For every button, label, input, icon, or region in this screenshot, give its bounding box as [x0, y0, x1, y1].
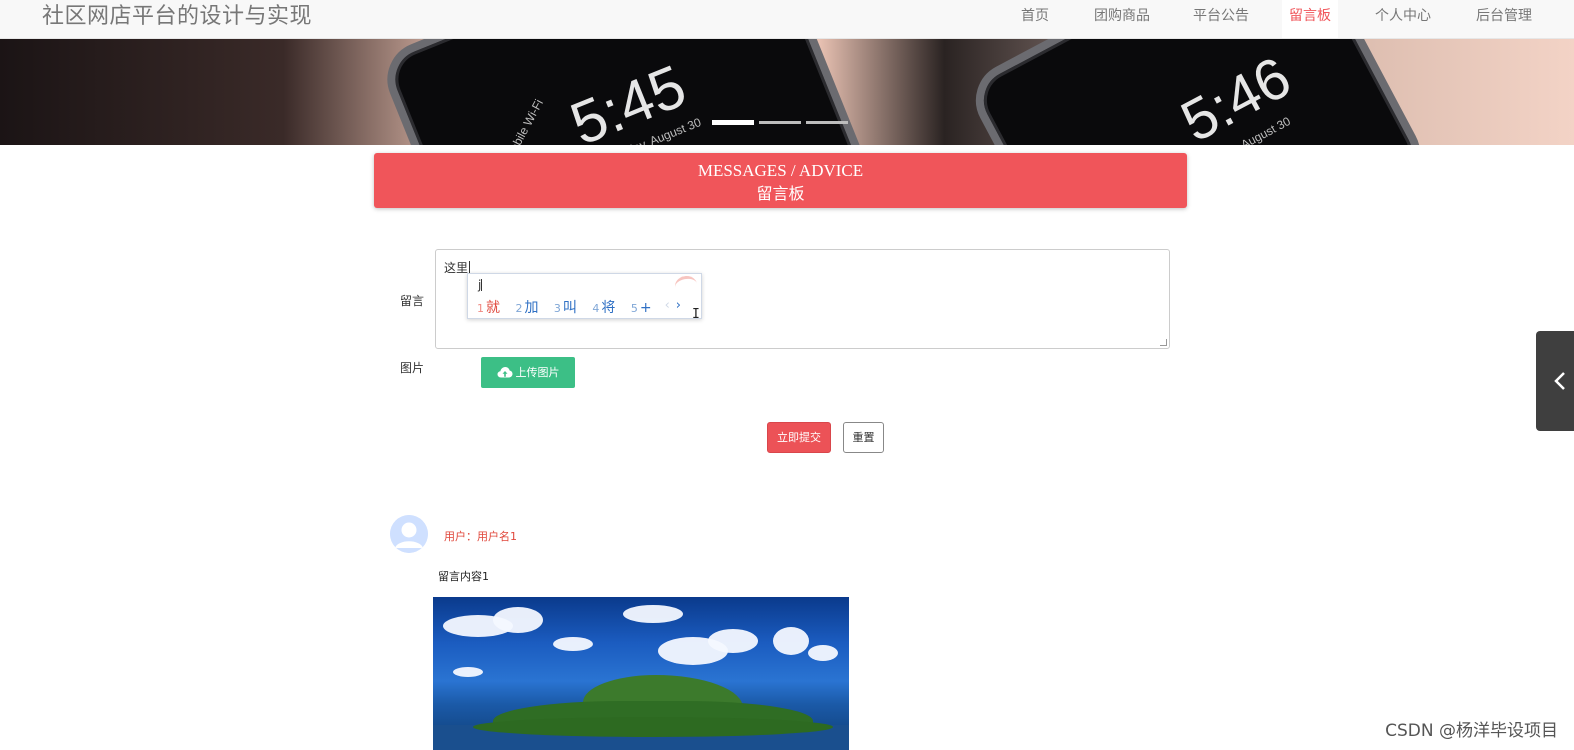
- nav-item-personal-center[interactable]: 个人中心: [1370, 0, 1436, 38]
- ime-candidate-list: 1就 2加 3叫 4将 5 +: [477, 297, 663, 317]
- carousel-indicators: [712, 120, 852, 127]
- nav-item-admin[interactable]: 后台管理: [1471, 0, 1537, 38]
- textarea-resize-handle[interactable]: [1160, 339, 1167, 346]
- nav-item-announcements[interactable]: 平台公告: [1188, 0, 1254, 38]
- ime-prev-page-icon[interactable]: ‹: [665, 298, 670, 313]
- nav-item-group-buy[interactable]: 团购商品: [1089, 0, 1155, 38]
- ime-candidate-3[interactable]: 3叫: [554, 297, 577, 317]
- site-brand[interactable]: 社区网店平台的设计与实现: [42, 2, 312, 32]
- text-cursor-icon: I: [692, 307, 700, 322]
- ime-candidate-window: j 1就 2加 3叫 4将 5 + ‹ ›: [467, 273, 702, 319]
- submit-button[interactable]: 立即提交: [767, 422, 831, 453]
- banner-phone-right: 5:46 August 30: [962, 39, 1434, 145]
- banner-phone-left: T-Mobile Wi-Fi 5:45 Thursday, August 30: [375, 39, 881, 145]
- carousel-indicator-3[interactable]: [806, 121, 848, 124]
- side-drawer-toggle[interactable]: [1536, 331, 1574, 431]
- ime-composition: j: [478, 278, 483, 292]
- avatar: [390, 515, 428, 553]
- section-title-en: MESSAGES / ADVICE: [697, 161, 864, 180]
- section-title-cn: 留言板: [756, 186, 805, 203]
- nav-item-home[interactable]: 首页: [1015, 0, 1055, 38]
- ime-candidate-4[interactable]: 4将: [592, 297, 615, 317]
- message-image[interactable]: [433, 597, 849, 750]
- banner-carousel[interactable]: T-Mobile Wi-Fi 5:45 Thursday, August 30 …: [0, 39, 1574, 145]
- cloud-upload-icon: [497, 367, 512, 378]
- carousel-indicator-1[interactable]: [712, 120, 754, 125]
- ime-logo-icon: [673, 274, 699, 297]
- chevron-left-icon: [1554, 372, 1565, 390]
- reset-button[interactable]: 重置: [843, 422, 884, 453]
- user-avatar-icon: [390, 515, 428, 553]
- nav-item-message-board[interactable]: 留言板: [1282, 0, 1338, 38]
- csdn-watermark: CSDN @杨洋毕设项目: [1385, 721, 1558, 741]
- ime-candidate-5[interactable]: 5 +: [631, 300, 652, 316]
- message-user: 用户：用户名1: [444, 530, 517, 543]
- ime-next-page-icon[interactable]: ›: [676, 298, 681, 313]
- ime-pager: ‹ ›: [665, 298, 681, 313]
- carousel-indicator-2[interactable]: [759, 121, 801, 124]
- upload-image-button[interactable]: 上传图片: [481, 357, 575, 388]
- top-navbar: 社区网店平台的设计与实现 首页 团购商品 平台公告 留言板 个人中心 后台管理: [0, 0, 1574, 39]
- ime-candidate-2[interactable]: 2加: [515, 297, 538, 317]
- phone-carrier: T-Mobile Wi-Fi: [497, 96, 547, 145]
- section-heading: MESSAGES / ADVICE 留言板: [374, 153, 1187, 208]
- message-label: 留言: [400, 294, 425, 308]
- image-label: 图片: [400, 361, 425, 375]
- message-content: 留言内容1: [438, 570, 489, 583]
- ime-candidate-1[interactable]: 1就: [477, 297, 500, 317]
